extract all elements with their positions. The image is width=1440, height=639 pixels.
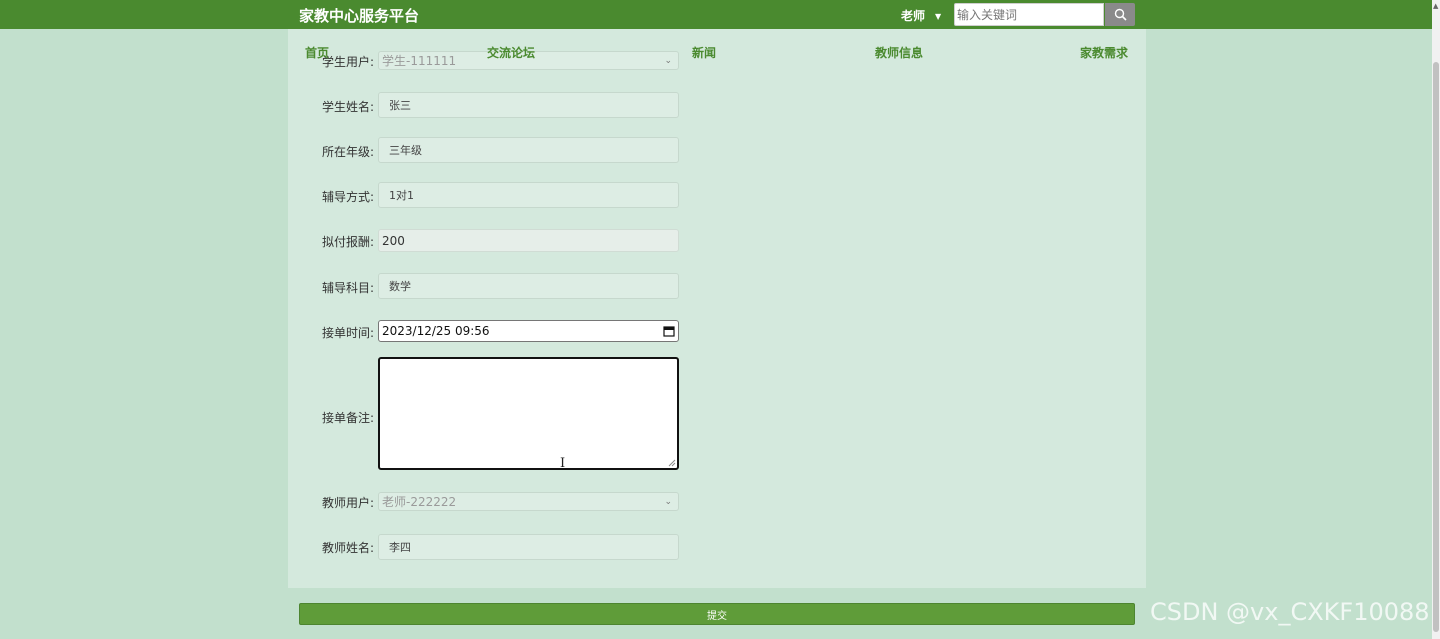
teacher-name-label: 教师姓名: — [321, 541, 374, 555]
watermark: CSDN @vx_CXKF10088 — [1150, 598, 1430, 626]
pay-field[interactable]: 200 — [378, 229, 679, 252]
tutoring-mode-field[interactable]: 1对1 — [378, 182, 679, 208]
subject-field[interactable]: 数学 — [378, 273, 679, 299]
teacher-user-label: 教师用户: — [321, 496, 374, 510]
page-scrollbar[interactable]: ▲ — [1432, 0, 1440, 639]
top-bar: 家教中心服务平台 老师 ▼ — [0, 0, 1440, 29]
resize-grip-icon[interactable] — [668, 459, 676, 467]
grade-field[interactable]: 三年级 — [378, 137, 679, 163]
pay-label: 拟付报酬: — [321, 235, 374, 249]
student-user-label: 学生用户: — [321, 55, 374, 69]
search-icon — [1114, 8, 1127, 21]
search-button[interactable] — [1105, 3, 1135, 26]
chevron-down-icon: ⌄ — [664, 496, 672, 507]
submit-button[interactable]: 提交 — [299, 603, 1135, 625]
student-name-field[interactable]: 张三 — [378, 92, 679, 118]
student-name-label: 学生姓名: — [321, 100, 374, 114]
nav-teacher-info[interactable]: 教师信息 — [875, 44, 923, 61]
chevron-down-icon: ⌄ — [664, 55, 672, 66]
teacher-name-field[interactable]: 李四 — [378, 534, 679, 560]
text-cursor-icon: I — [560, 456, 566, 471]
nav-news[interactable]: 新闻 — [692, 44, 716, 61]
nav-forum[interactable]: 交流论坛 — [487, 44, 535, 61]
teacher-user-select[interactable]: 老师-222222 ⌄ — [378, 492, 679, 511]
user-menu[interactable]: 老师 ▼ — [901, 7, 941, 24]
order-time-value: 2023/12/25 09:56 — [382, 324, 490, 338]
nav-tutoring-demand[interactable]: 家教需求 — [1080, 44, 1128, 61]
order-time-input[interactable]: 2023/12/25 09:56 — [378, 320, 679, 342]
order-time-label: 接单时间: — [321, 326, 374, 340]
user-menu-label: 老师 — [901, 9, 926, 23]
nav-home[interactable]: 首页 — [305, 44, 329, 61]
teacher-user-value: 老师-222222 — [382, 495, 457, 509]
scroll-up-icon[interactable]: ▲ — [1433, 2, 1438, 10]
subject-label: 辅导科目: — [321, 281, 374, 295]
order-note-label: 接单备注: — [321, 411, 374, 425]
tutoring-mode-label: 辅导方式: — [321, 190, 374, 204]
calendar-icon[interactable] — [663, 325, 675, 337]
search-input[interactable] — [954, 3, 1104, 26]
grade-label: 所在年级: — [321, 145, 374, 159]
scrollbar-thumb[interactable] — [1433, 62, 1439, 632]
caret-down-icon: ▼ — [935, 12, 942, 21]
order-note-textarea[interactable] — [378, 357, 679, 470]
brand-title[interactable]: 家教中心服务平台 — [299, 5, 419, 26]
student-user-value: 学生-111111 — [382, 54, 457, 68]
